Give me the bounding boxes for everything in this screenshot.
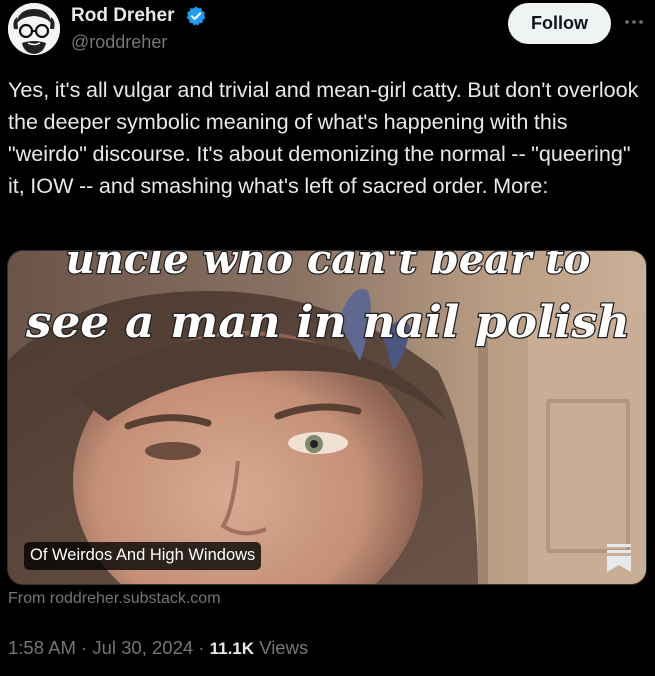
link-card[interactable]: uncle who can't bear to see a man in nai… [7, 250, 647, 585]
card-title[interactable]: Of Weirdos And High Windows [24, 542, 262, 570]
meta-separator: · [81, 637, 88, 658]
author-handle[interactable]: @roddreher [71, 32, 167, 53]
overlay-text-line2: see a man in nail polish [25, 297, 630, 348]
tweet-text: Yes, it's all vulgar and trivial and mea… [8, 77, 639, 198]
views-label: Views [259, 637, 309, 658]
overlay-text-line1: uncle who can't bear to [66, 251, 591, 283]
substack-bookmark-icon [607, 544, 631, 572]
author-name[interactable]: Rod Dreher [71, 5, 174, 27]
views-count[interactable]: 11.1K [210, 639, 254, 658]
more-options-icon[interactable] [620, 10, 648, 34]
avatar-illustration [8, 3, 60, 55]
avatar[interactable] [8, 3, 60, 55]
card-source-link[interactable]: From roddreher.substack.com [8, 590, 221, 608]
tweet-meta: 1:58 AM · Jul 30, 2024 · 11.1K Views [8, 637, 308, 659]
meta-separator: · [198, 637, 205, 658]
tweet: Rod Dreher @roddreher Follow Yes, it's a… [0, 0, 655, 676]
tweet-time[interactable]: 1:58 AM [8, 637, 76, 658]
follow-button[interactable]: Follow [508, 3, 611, 44]
verified-badge-icon [186, 6, 206, 26]
tweet-date[interactable]: Jul 30, 2024 [92, 637, 193, 658]
card-thumbnail-image: uncle who can't bear to see a man in nai… [8, 251, 646, 584]
